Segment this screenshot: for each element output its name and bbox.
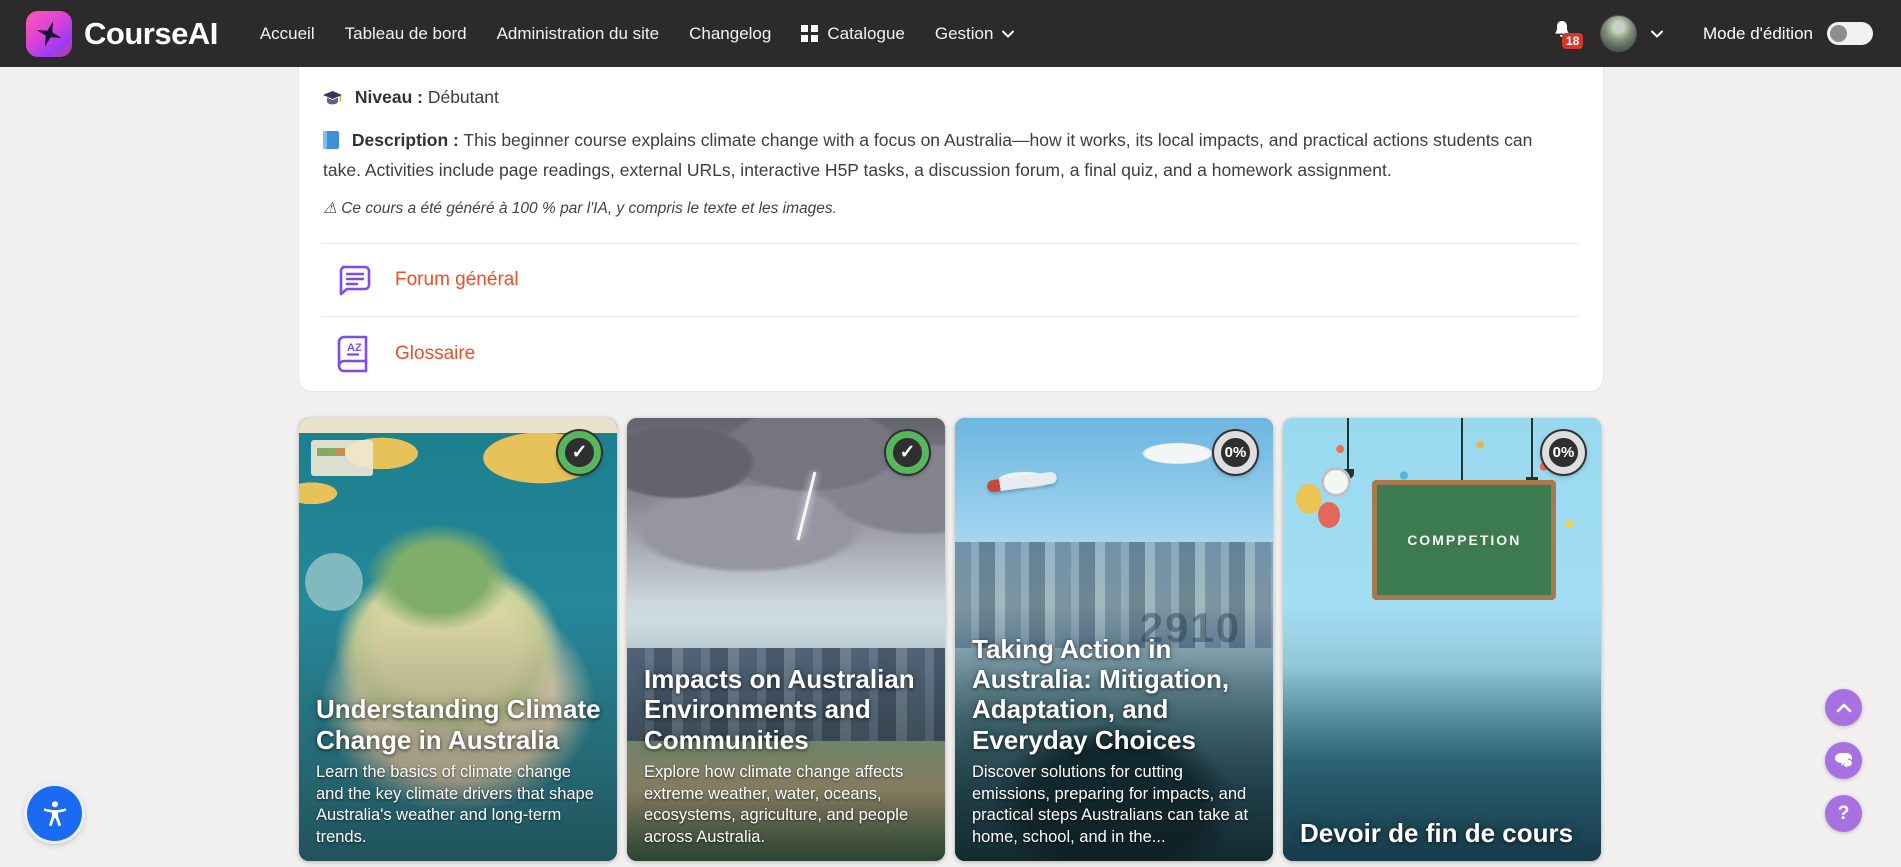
progress-badge-zero: 0% xyxy=(1214,431,1257,474)
nav-item-accueil[interactable]: Accueil xyxy=(260,24,315,44)
section-title: Understanding Climate Change in Australi… xyxy=(316,694,603,755)
page: CourseAI Accueil Tableau de bord Adminis… xyxy=(0,0,1901,867)
forum-activity-row[interactable]: Forum général xyxy=(323,244,1579,317)
nav-item-administration[interactable]: Administration du site xyxy=(497,24,660,44)
top-navbar: CourseAI Accueil Tableau de bord Adminis… xyxy=(0,0,1901,67)
description-line: Description : This beginner course expla… xyxy=(323,127,1573,184)
edit-mode-toggle[interactable] xyxy=(1827,22,1873,45)
nav-item-gestion[interactable]: Gestion xyxy=(935,24,1015,44)
question-mark-icon: ? xyxy=(1838,803,1850,825)
section-card-impacts[interactable]: ✓ Impacts on Australian Environments and… xyxy=(627,418,945,861)
section-description: Learn the basics of climate change and t… xyxy=(316,762,603,848)
notifications-button[interactable]: 18 xyxy=(1550,19,1580,49)
description-text: This beginner course explains climate ch… xyxy=(323,130,1532,180)
floating-action-column: ? xyxy=(1825,689,1862,832)
check-icon: ✓ xyxy=(900,441,916,464)
section-description: Discover solutions for cutting emissions… xyxy=(972,762,1259,848)
level-label: Niveau : xyxy=(355,87,423,107)
section-description: Explore how climate change affects extre… xyxy=(644,762,931,848)
progress-badge-zero: 0% xyxy=(1542,431,1585,474)
chevron-down-icon xyxy=(1002,30,1014,38)
chevron-up-icon xyxy=(1836,703,1852,713)
notification-count-badge: 18 xyxy=(1562,33,1583,49)
toggle-knob xyxy=(1830,25,1847,42)
user-avatar[interactable] xyxy=(1600,15,1637,52)
forum-icon xyxy=(335,261,373,299)
accessibility-button[interactable] xyxy=(27,786,82,841)
glossary-icon: AZ xyxy=(335,335,373,373)
navbar-right: 18 Mode d'édition xyxy=(1550,15,1873,52)
courseai-logo-icon xyxy=(26,11,72,57)
glossary-activity-row[interactable]: AZ Glossaire xyxy=(323,317,1579,390)
edit-mode-label: Mode d'édition xyxy=(1703,24,1813,44)
svg-text:AZ: AZ xyxy=(347,342,362,354)
check-icon: ✓ xyxy=(572,441,588,464)
nav-item-changelog[interactable]: Changelog xyxy=(689,24,771,44)
progress-badge-complete: ✓ xyxy=(886,431,929,474)
section-card-devoir-fin[interactable]: COMPPETION 0% Devoir de fin de cours xyxy=(1283,418,1601,861)
grid-icon xyxy=(801,25,818,42)
section-card-understanding-climate[interactable]: ✓ Understanding Climate Change in Austra… xyxy=(299,418,617,861)
nav-item-tableau-de-bord[interactable]: Tableau de bord xyxy=(345,24,467,44)
accessibility-person-icon xyxy=(40,799,70,829)
brand-name: CourseAI xyxy=(84,16,218,52)
forum-link[interactable]: Forum général xyxy=(395,269,519,291)
section-title: Taking Action in Australia: Mitigation, … xyxy=(972,634,1259,756)
level-value: Débutant xyxy=(428,87,499,107)
help-button[interactable]: ? xyxy=(1825,795,1862,832)
chat-bubbles-icon xyxy=(1834,753,1854,769)
nav-item-catalogue[interactable]: Catalogue xyxy=(801,24,905,44)
graduation-cap-icon xyxy=(323,87,342,114)
progress-badge-complete: ✓ xyxy=(558,431,601,474)
scroll-to-top-button[interactable] xyxy=(1825,689,1862,726)
user-menu-chevron-icon[interactable] xyxy=(1651,30,1663,38)
section-title: Impacts on Australian Environments and C… xyxy=(644,664,931,755)
primary-nav: Accueil Tableau de bord Administration d… xyxy=(260,24,1015,44)
progress-percent: 0% xyxy=(1225,444,1247,461)
course-summary-panel: Niveau : Débutant Description : This beg… xyxy=(298,67,1604,392)
description-label: Description : xyxy=(352,130,459,150)
level-line: Niveau : Débutant xyxy=(323,84,1579,114)
brand[interactable]: CourseAI xyxy=(26,11,218,57)
glossary-link[interactable]: Glossaire xyxy=(395,343,475,365)
blue-book-icon xyxy=(323,130,339,157)
section-title: Devoir de fin de cours xyxy=(1300,818,1587,848)
section-card-taking-action[interactable]: 2910 0% Taking Action in Australia: Miti… xyxy=(955,418,1273,861)
progress-percent: 0% xyxy=(1553,444,1575,461)
chat-button[interactable] xyxy=(1825,742,1862,779)
ai-generated-notice: ⚠ Ce cours a été généré à 100 % par l'IA… xyxy=(323,199,1579,218)
